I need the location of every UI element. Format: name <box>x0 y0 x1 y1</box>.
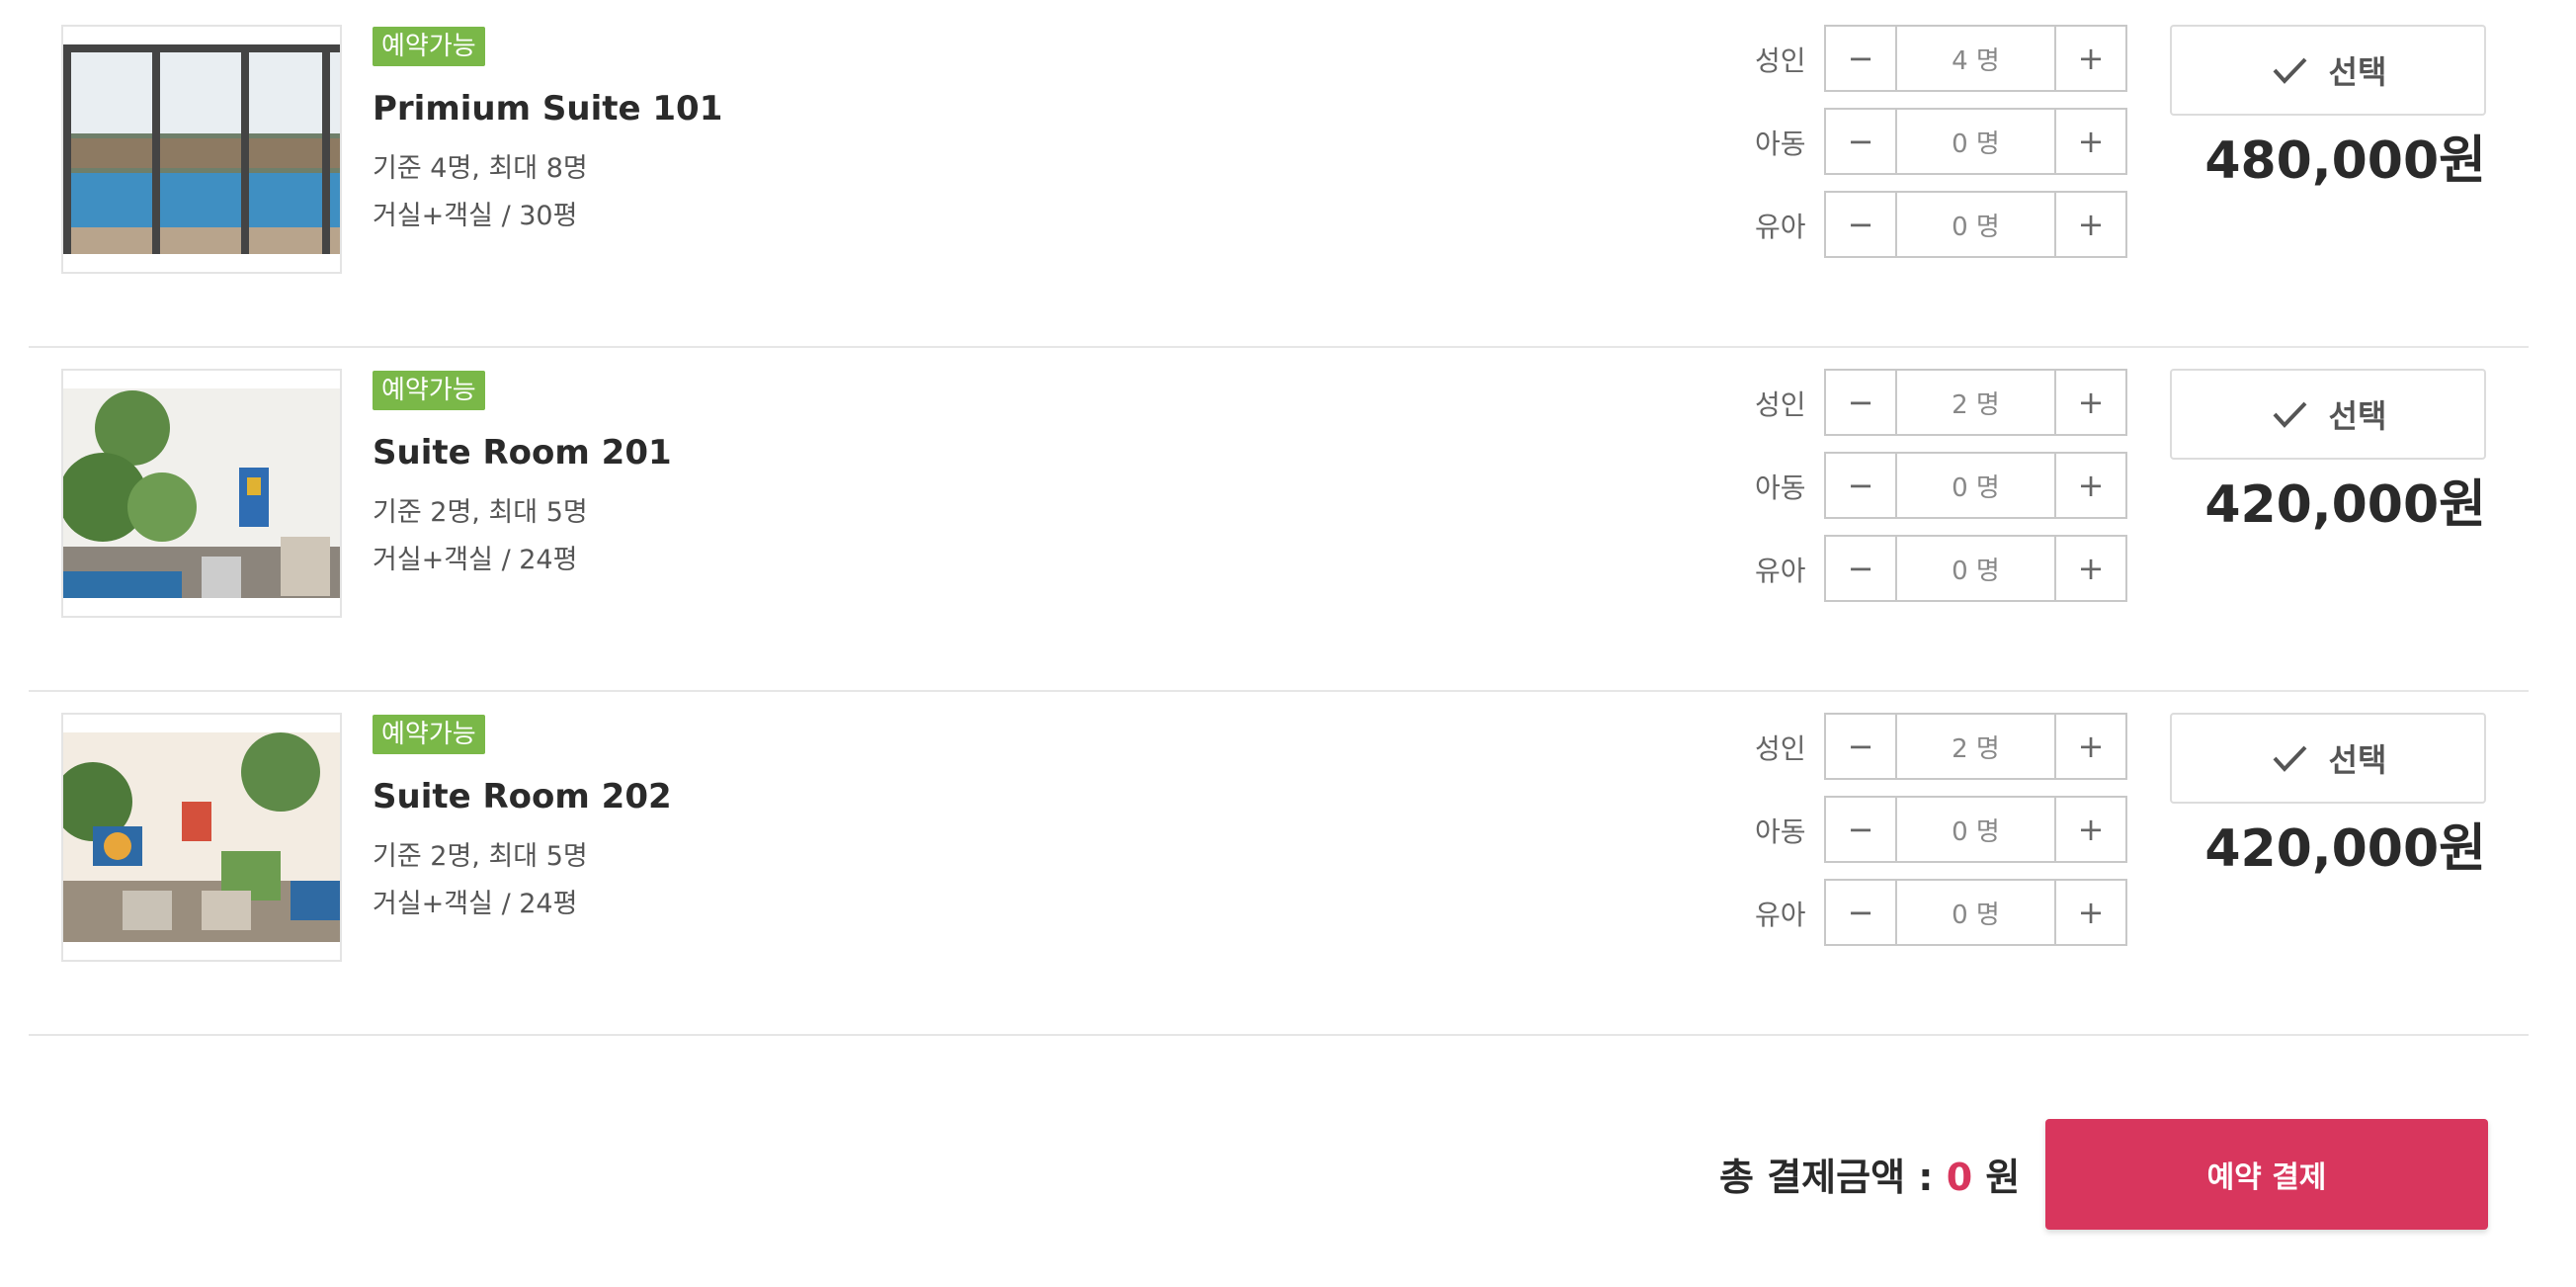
decrease-button[interactable]: − <box>1826 454 1897 517</box>
room-price: 420,000원 <box>2204 475 2486 535</box>
availability-badge: 예약가능 <box>373 715 485 754</box>
check-icon <box>2273 745 2306 772</box>
room-name: Primium Suite 101 <box>373 89 723 129</box>
adult-label: 성인 <box>1755 44 1806 77</box>
child-count: 0 명 <box>1952 472 2000 503</box>
increase-button[interactable]: + <box>2054 27 2125 90</box>
select-label: 선택 <box>2328 741 2387 779</box>
room-price: 480,000원 <box>2204 131 2486 191</box>
infant-stepper: − 0 명 + <box>1824 879 2127 946</box>
room-size: 거실+객실 / 24평 <box>373 889 578 919</box>
child-stepper: − 0 명 + <box>1824 108 2127 175</box>
decrease-button[interactable]: − <box>1826 715 1897 778</box>
total-payment: 총 결제금액 : 0 원 <box>1719 1147 2020 1201</box>
availability-badge: 예약가능 <box>373 371 485 410</box>
infant-count: 0 명 <box>1952 212 2000 242</box>
child-label: 아동 <box>1755 815 1806 848</box>
decrease-button[interactable]: − <box>1826 371 1897 434</box>
room-name: Suite Room 202 <box>373 777 672 816</box>
infant-label: 유아 <box>1755 211 1806 243</box>
room-photo[interactable] <box>61 369 342 618</box>
select-label: 선택 <box>2328 53 2387 91</box>
total-label: 총 결제금액 : <box>1719 1156 1947 1199</box>
increase-button[interactable]: + <box>2054 537 2125 600</box>
decrease-button[interactable]: − <box>1826 881 1897 944</box>
room-size: 거실+객실 / 24평 <box>373 545 578 575</box>
increase-button[interactable]: + <box>2054 110 2125 173</box>
adult-count: 4 명 <box>1952 45 2000 76</box>
select-room-button[interactable]: 선택 <box>2170 713 2486 804</box>
increase-button[interactable]: + <box>2054 881 2125 944</box>
adult-count: 2 명 <box>1952 733 2000 764</box>
adult-count: 2 명 <box>1952 389 2000 420</box>
increase-button[interactable]: + <box>2054 371 2125 434</box>
adult-label: 성인 <box>1755 388 1806 421</box>
infant-label: 유아 <box>1755 899 1806 931</box>
adult-stepper: − 2 명 + <box>1824 713 2127 780</box>
check-icon <box>2273 401 2306 428</box>
availability-badge: 예약가능 <box>373 27 485 66</box>
total-unit: 원 <box>1972 1156 2021 1199</box>
child-stepper: − 0 명 + <box>1824 796 2127 863</box>
select-room-button[interactable]: 선택 <box>2170 369 2486 460</box>
room-capacity: 기준 2명, 최대 5명 <box>373 841 588 872</box>
room-price: 420,000원 <box>2204 819 2486 879</box>
child-count: 0 명 <box>1952 129 2000 159</box>
room-photo[interactable] <box>61 713 342 962</box>
child-count: 0 명 <box>1952 816 2000 847</box>
room-row: 예약가능 Primium Suite 101 기준 4명, 최대 8명 거실+객… <box>29 0 2529 348</box>
check-icon <box>2273 57 2306 84</box>
adult-stepper: − 2 명 + <box>1824 369 2127 436</box>
child-label: 아동 <box>1755 472 1806 504</box>
infant-stepper: − 0 명 + <box>1824 191 2127 258</box>
room-size: 거실+객실 / 30평 <box>373 201 578 231</box>
total-amount: 0 <box>1946 1156 1973 1199</box>
decrease-button[interactable]: − <box>1826 798 1897 861</box>
child-stepper: − 0 명 + <box>1824 452 2127 519</box>
infant-stepper: − 0 명 + <box>1824 535 2127 602</box>
adult-label: 성인 <box>1755 732 1806 765</box>
room-row: 예약가능 Suite Room 202 기준 2명, 최대 5명 거실+객실 /… <box>29 688 2529 1036</box>
decrease-button[interactable]: − <box>1826 27 1897 90</box>
select-room-button[interactable]: 선택 <box>2170 25 2486 116</box>
room-capacity: 기준 2명, 최대 5명 <box>373 497 588 528</box>
room-name: Suite Room 201 <box>373 433 672 472</box>
increase-button[interactable]: + <box>2054 715 2125 778</box>
room-capacity: 기준 4명, 최대 8명 <box>373 153 588 184</box>
infant-count: 0 명 <box>1952 900 2000 930</box>
adult-stepper: − 4 명 + <box>1824 25 2127 92</box>
increase-button[interactable]: + <box>2054 193 2125 256</box>
infant-count: 0 명 <box>1952 556 2000 586</box>
child-label: 아동 <box>1755 128 1806 160</box>
reserve-pay-button[interactable]: 예약 결제 <box>2045 1119 2488 1230</box>
room-photo[interactable] <box>61 25 342 274</box>
decrease-button[interactable]: − <box>1826 110 1897 173</box>
decrease-button[interactable]: − <box>1826 537 1897 600</box>
increase-button[interactable]: + <box>2054 454 2125 517</box>
infant-label: 유아 <box>1755 555 1806 587</box>
decrease-button[interactable]: − <box>1826 193 1897 256</box>
select-label: 선택 <box>2328 397 2387 435</box>
increase-button[interactable]: + <box>2054 798 2125 861</box>
room-row: 예약가능 Suite Room 201 기준 2명, 최대 5명 거실+객실 /… <box>29 344 2529 692</box>
